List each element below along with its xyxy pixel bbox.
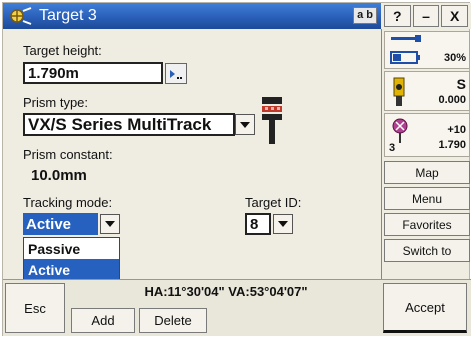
window-controls: ? – X <box>381 3 471 29</box>
target-id-select[interactable]: 8 <box>245 213 271 235</box>
prism-constant-label: Prism constant: <box>23 147 113 162</box>
tracking-mode-label: Tracking mode: <box>23 195 113 210</box>
target-height-input[interactable]: 1.790m <box>23 62 163 84</box>
instrument-icon <box>393 77 405 106</box>
instrument-letter: S <box>456 76 466 92</box>
menu-button[interactable]: Menu <box>384 187 470 210</box>
battery-status[interactable]: 30% <box>384 31 470 69</box>
tracking-mode-dropdown-arrow[interactable] <box>100 214 120 234</box>
keypad-button[interactable] <box>165 63 187 84</box>
close-button[interactable]: X <box>441 5 469 27</box>
angle-readout: HA:11°30'04" VA:53°04'07" <box>144 284 308 299</box>
bottom-bar: Esc HA:11°30'04" VA:53°04'07" Add Delete… <box>3 279 471 336</box>
add-button[interactable]: Add <box>71 308 135 333</box>
keyboard-icon[interactable]: a b <box>353 7 377 24</box>
tracking-mode-options: Passive Active <box>23 237 120 281</box>
accept-button[interactable]: Accept <box>383 283 467 333</box>
prism-device-icon <box>262 97 282 144</box>
target-status[interactable]: 3 +10 1.790 <box>384 113 470 157</box>
battery-percent: 30% <box>443 52 466 64</box>
target-offset: +10 <box>447 124 466 136</box>
target-form: Target height: 1.790m Prism type: VX/S S… <box>3 29 381 281</box>
target-height-label: Target height: <box>23 43 102 58</box>
switch-to-button[interactable]: Switch to <box>384 239 470 262</box>
favorites-button[interactable]: Favorites <box>384 213 470 236</box>
keypad-icon <box>170 69 182 79</box>
map-button[interactable]: Map <box>384 161 470 184</box>
target-prism-icon <box>10 7 32 25</box>
instrument-status[interactable]: S 0.000 <box>384 71 470 111</box>
instrument-value: 0.000 <box>438 94 466 106</box>
status-sidebar: 30% S 0.000 3 +10 1.790 Map Menu Favorit… <box>381 29 471 279</box>
title-bar: Target 3 a b <box>3 3 381 29</box>
prism-type-dropdown-arrow[interactable] <box>235 114 255 135</box>
delete-button[interactable]: Delete <box>139 308 207 333</box>
option-passive[interactable]: Passive <box>24 238 119 259</box>
app-window: Target 3 a b ? – X Target height: 1.790m… <box>2 2 471 336</box>
target-number: 3 <box>389 142 396 154</box>
target-id-dropdown-arrow[interactable] <box>273 214 293 234</box>
tracking-mode-select[interactable]: Active <box>23 213 98 235</box>
battery-icon <box>390 35 421 64</box>
target-height-status: 1.790 <box>438 139 466 151</box>
prism-type-select[interactable]: VX/S Series MultiTrack <box>23 113 235 136</box>
option-active[interactable]: Active <box>24 259 119 280</box>
esc-button[interactable]: Esc <box>5 283 65 333</box>
target-id-label: Target ID: <box>245 195 302 210</box>
target-icon <box>392 118 408 143</box>
prism-type-label: Prism type: <box>23 95 89 110</box>
window-title: Target 3 <box>39 7 97 24</box>
help-button[interactable]: ? <box>384 5 411 27</box>
minimize-button[interactable]: – <box>412 5 440 27</box>
prism-constant-value: 10.0mm <box>31 167 87 184</box>
